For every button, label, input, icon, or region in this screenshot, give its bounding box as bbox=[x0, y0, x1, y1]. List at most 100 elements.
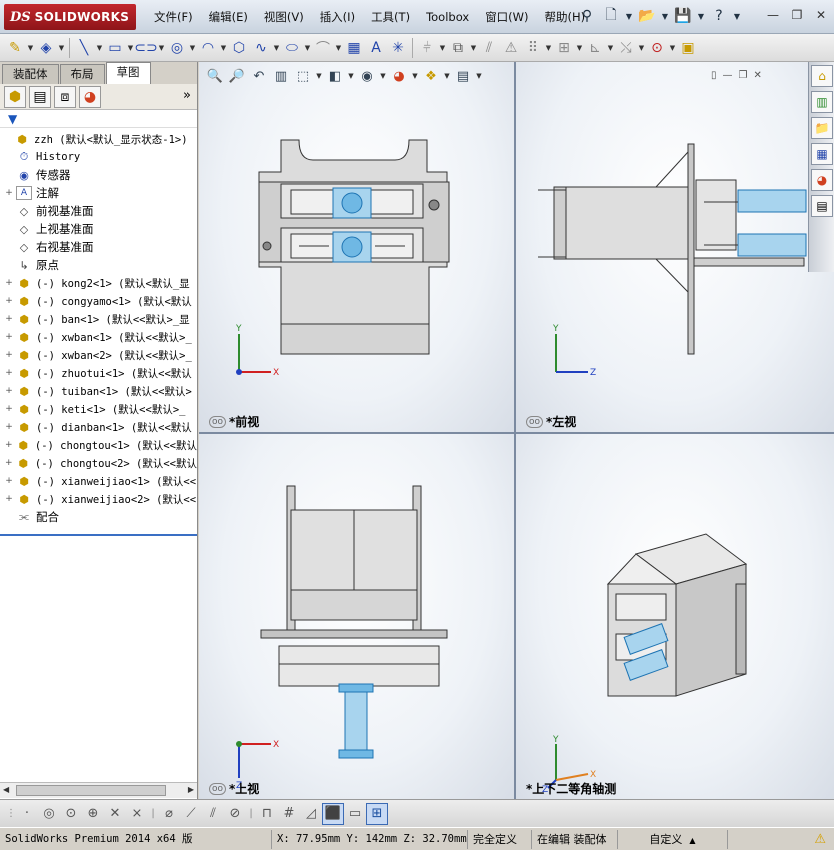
sketch-grid-icon[interactable]: # bbox=[278, 803, 300, 825]
feature-manager-icon[interactable]: ⬢ bbox=[4, 85, 26, 108]
chevron-down-icon[interactable]: ▼ bbox=[624, 5, 634, 27]
tree-item[interactable]: ↳ 原点 bbox=[0, 256, 197, 274]
offset-icon[interactable]: ⟋ bbox=[180, 803, 202, 825]
viewport-close-icon[interactable]: ✕ bbox=[753, 70, 761, 81]
hide-show-icon[interactable]: ◉ bbox=[357, 66, 377, 86]
scrollbar-thumb[interactable] bbox=[16, 785, 166, 796]
move-entities-icon[interactable]: ⠿ bbox=[522, 37, 544, 59]
repair-sketch-icon[interactable]: ⊾ bbox=[584, 37, 606, 59]
expand-icon[interactable]: + bbox=[4, 296, 14, 306]
save-icon[interactable]: 💾 bbox=[672, 5, 694, 27]
zoom-area-icon[interactable]: 🔎 bbox=[227, 66, 247, 86]
chevron-down-icon[interactable]: ▼ bbox=[469, 37, 478, 59]
new-document-icon[interactable]: 🗋 bbox=[600, 5, 622, 27]
chevron-down-icon[interactable]: ▼ bbox=[315, 66, 323, 86]
mirror-icon[interactable]: ⫽ bbox=[202, 803, 224, 825]
viewport-left[interactable]: Y Z oo *左视 bbox=[516, 62, 834, 432]
pin-icon[interactable]: ⚲ bbox=[576, 5, 598, 27]
four-view-icon[interactable]: ⊞ bbox=[366, 802, 388, 825]
configuration-manager-icon[interactable]: ⧈ bbox=[54, 85, 76, 108]
chevron-down-icon[interactable]: ▼ bbox=[219, 37, 228, 59]
tree-item[interactable]: + ⬢ (-) congyamo<1> (默认<默认 bbox=[0, 292, 197, 310]
viewport-restore-icon[interactable]: ❐ bbox=[739, 70, 748, 81]
property-manager-icon[interactable]: ▤ bbox=[29, 85, 51, 108]
single-view-icon[interactable]: ▭ bbox=[344, 803, 366, 825]
expand-icon[interactable]: + bbox=[4, 458, 14, 468]
menu-window[interactable]: 窗口(W) bbox=[477, 0, 536, 34]
solidworks-logo[interactable]: DS SOLIDWORKS bbox=[4, 4, 136, 30]
tree-item[interactable]: + ⬢ (-) chongtou<2> (默认<<默认 bbox=[0, 454, 197, 472]
display-manager-icon[interactable]: ◕ bbox=[79, 85, 101, 108]
point-icon[interactable]: · bbox=[16, 803, 38, 825]
rapid-sketch-icon[interactable]: ⤯ bbox=[615, 37, 637, 59]
tree-item[interactable]: + ⬢ (-) dianban<1> (默认<<默认 bbox=[0, 418, 197, 436]
expand-icon[interactable]: + bbox=[4, 476, 14, 486]
open-icon[interactable]: 📂 bbox=[636, 5, 658, 27]
circle-icon[interactable]: ◎ bbox=[166, 37, 188, 59]
chevron-down-icon[interactable]: ▼ bbox=[347, 66, 355, 86]
tree-item[interactable]: + ⬢ (-) xwban<1> (默认<<默认>_ bbox=[0, 328, 197, 346]
viewport-isometric[interactable]: Y X Z *上下二等角轴测 bbox=[516, 434, 834, 799]
expand-icon[interactable]: + bbox=[4, 278, 14, 288]
toolbar-grip-icon[interactable]: ⋮ bbox=[6, 803, 16, 825]
tree-item[interactable]: + A 注解 bbox=[0, 184, 197, 202]
tree-item[interactable]: + ⬢ (-) kong2<1> (默认<默认_显 bbox=[0, 274, 197, 292]
expand-icon[interactable]: + bbox=[4, 404, 14, 414]
rebuild-icon[interactable]: ⚠ bbox=[814, 832, 826, 847]
chevron-down-icon[interactable]: ▼ bbox=[660, 5, 670, 27]
expand-icon[interactable]: + bbox=[4, 422, 14, 432]
trim-icon[interactable]: ⊕ bbox=[82, 803, 104, 825]
smart-dimension-icon[interactable]: ◈ bbox=[35, 37, 57, 59]
spline-icon[interactable]: ∿ bbox=[250, 37, 272, 59]
view-palette-icon[interactable]: ▦ bbox=[811, 143, 833, 165]
view-orientation-icon[interactable]: ⬚ bbox=[293, 66, 313, 86]
horizontal-scrollbar[interactable]: ◀ ▶ bbox=[0, 782, 197, 798]
dimension-icon[interactable]: ⊓ bbox=[256, 803, 278, 825]
chevron-down-icon[interactable]: ▼ bbox=[411, 66, 419, 86]
chevron-down-icon[interactable]: ▼ bbox=[443, 66, 451, 86]
fillet-icon[interactable]: ⨯ bbox=[126, 803, 148, 825]
circle-icon[interactable]: ◎ bbox=[38, 803, 60, 825]
chevron-down-icon[interactable]: ▼ bbox=[637, 37, 646, 59]
menu-file[interactable]: 文件(F) bbox=[146, 0, 201, 34]
sketch-icon[interactable]: ✎ bbox=[4, 37, 26, 59]
quick-snaps-icon[interactable]: ▣ bbox=[677, 37, 699, 59]
close-icon[interactable]: ✕ bbox=[812, 6, 830, 24]
chevron-down-icon[interactable]: ▼ bbox=[334, 37, 343, 59]
section-view-icon[interactable]: ▥ bbox=[271, 66, 291, 86]
tree-item[interactable]: + ⬢ (-) chongtou<1> (默认<<默认 bbox=[0, 436, 197, 454]
plane-icon[interactable]: ▦ bbox=[343, 37, 365, 59]
tree-item[interactable]: + ⬢ (-) xianweijiao<2> (默认<< bbox=[0, 490, 197, 508]
tree-item[interactable]: ⬢ zzh (默认<默认_显示状态-1>) bbox=[0, 130, 197, 148]
tree-item[interactable]: ◇ 前视基准面 bbox=[0, 202, 197, 220]
menu-view[interactable]: 视图(V) bbox=[256, 0, 312, 34]
expand-icon[interactable]: + bbox=[4, 332, 14, 342]
viewport-tile-icon[interactable]: ▯ bbox=[711, 70, 717, 81]
tree-item[interactable]: + ⬢ (-) xwban<2> (默认<<默认>_ bbox=[0, 346, 197, 364]
menu-insert[interactable]: 插入(I) bbox=[312, 0, 363, 34]
expand-icon[interactable]: + bbox=[4, 494, 14, 504]
view-settings-icon[interactable]: ▤ bbox=[453, 66, 473, 86]
chevron-down-icon[interactable]: ▼ bbox=[188, 37, 197, 59]
tree-item[interactable]: + ⬢ (-) keti<1> (默认<<默认>_ bbox=[0, 400, 197, 418]
apply-scene-icon[interactable]: ❖ bbox=[421, 66, 441, 86]
minimize-icon[interactable]: — bbox=[764, 6, 782, 24]
expand-panel-icon[interactable]: » bbox=[183, 88, 191, 103]
home-icon[interactable]: ⌂ bbox=[811, 65, 833, 87]
tree-item[interactable]: ◇ 右视基准面 bbox=[0, 238, 197, 256]
chevron-down-icon[interactable]: ▼ bbox=[95, 37, 104, 59]
filter-icon[interactable]: ▼ bbox=[0, 110, 197, 128]
chevron-down-icon[interactable]: ▼ bbox=[157, 37, 166, 59]
viewport-minimize-icon[interactable]: — bbox=[723, 70, 733, 81]
linear-pattern-icon[interactable]: ⚠ bbox=[500, 37, 522, 59]
polygon-icon[interactable]: ⊙ bbox=[60, 803, 82, 825]
tree-item[interactable]: + ⬢ (-) xianweijiao<1> (默认<< bbox=[0, 472, 197, 490]
relations-icon[interactable]: ◿ bbox=[300, 803, 322, 825]
help-icon[interactable]: ? bbox=[708, 5, 730, 27]
grid-icon[interactable]: ⊘ bbox=[224, 803, 246, 825]
chevron-down-icon[interactable]: ▼ bbox=[26, 37, 35, 59]
instant-2d-icon[interactable]: ⊙ bbox=[646, 37, 668, 59]
status-units[interactable]: 自定义 ▲ bbox=[618, 829, 728, 849]
chevron-down-icon[interactable]: ▼ bbox=[696, 5, 706, 27]
chevron-down-icon[interactable]: ▼ bbox=[438, 37, 447, 59]
